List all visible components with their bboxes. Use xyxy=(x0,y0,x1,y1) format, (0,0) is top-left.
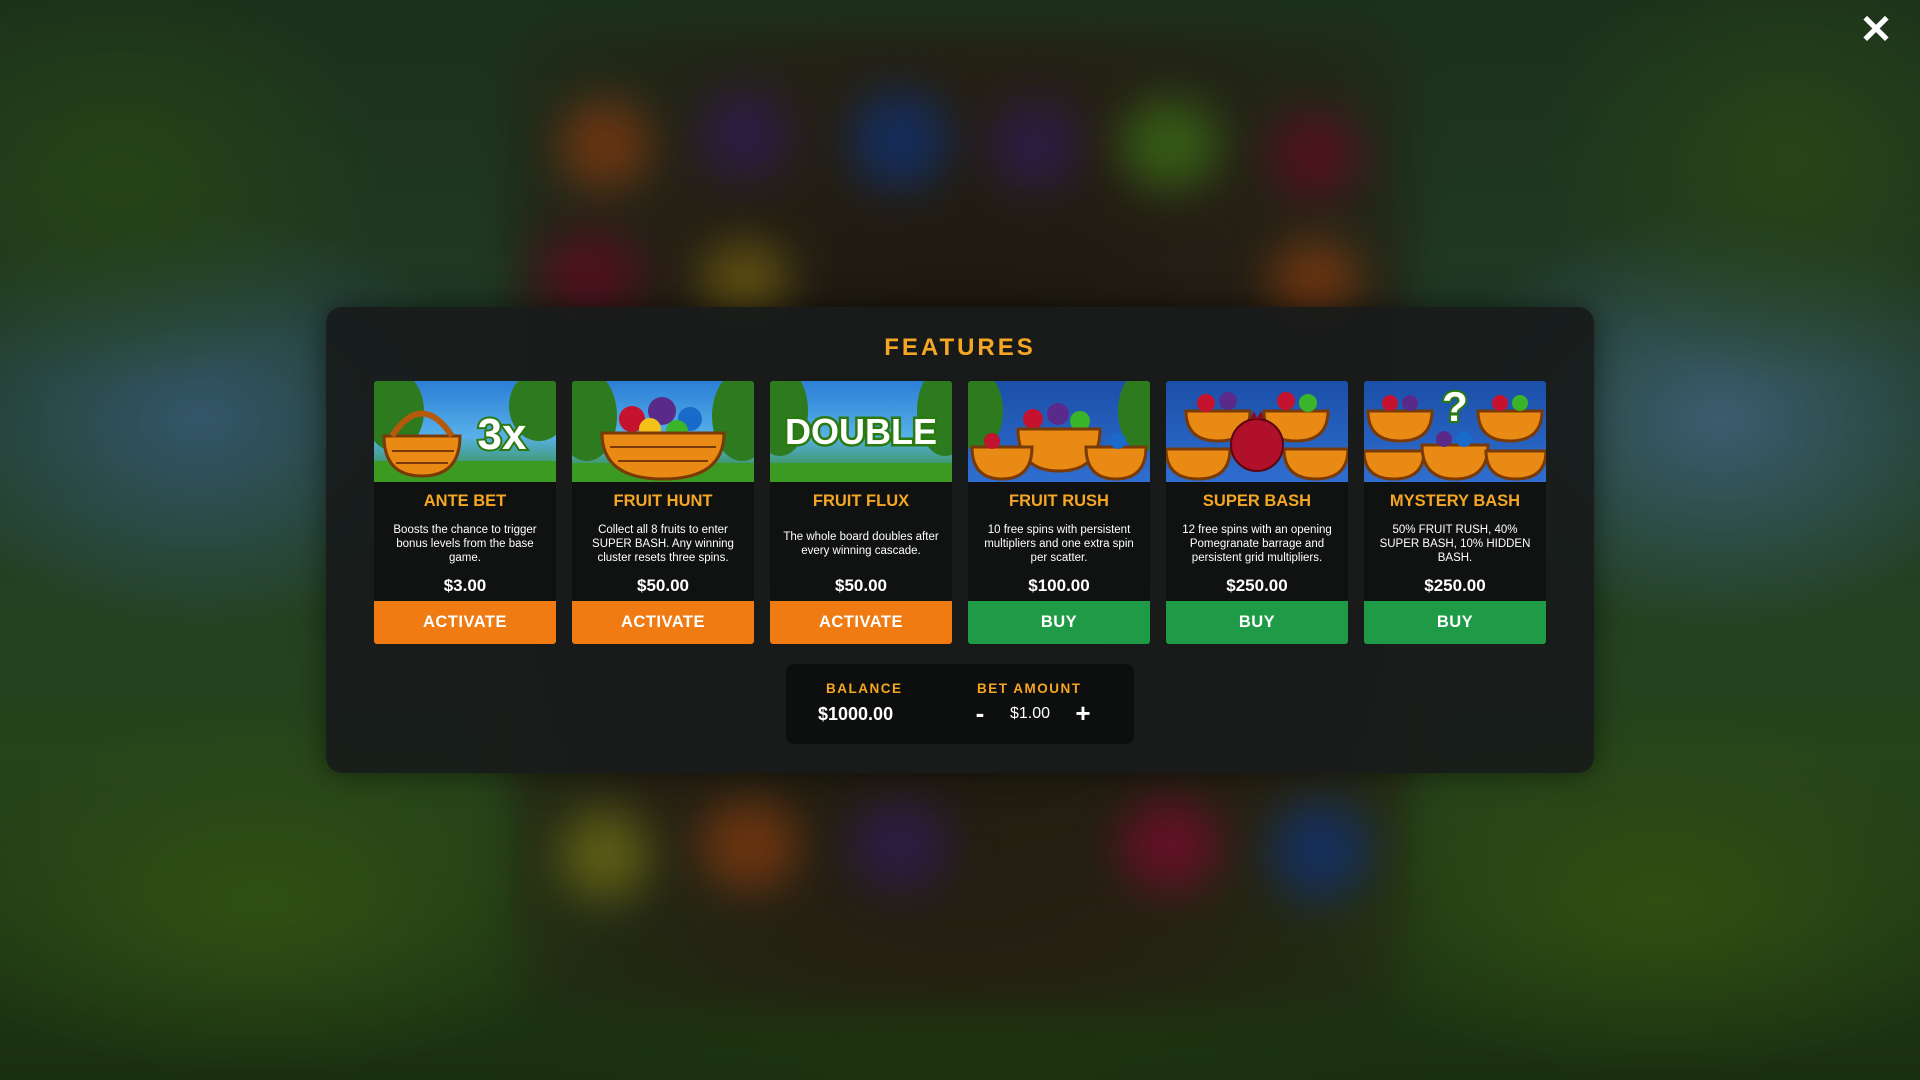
art-3x-text: 3x xyxy=(478,410,527,459)
feature-card-ante-bet: 3x ANTE BET Boosts the chance to trigger… xyxy=(374,381,556,644)
feature-name: ANTE BET xyxy=(423,492,507,510)
fruit-rush-art xyxy=(968,381,1150,482)
super-bash-art xyxy=(1166,381,1348,482)
feature-cards: 3x ANTE BET Boosts the chance to trigger… xyxy=(374,381,1546,644)
feature-name: FRUIT RUSH xyxy=(1009,492,1109,510)
feature-name: MYSTERY BASH xyxy=(1389,492,1521,510)
features-modal: FEATURES 3x ANTE BET Boosts the chance t… xyxy=(326,307,1594,773)
feature-name: SUPER BASH xyxy=(1202,492,1312,510)
feature-description: 10 free spins with persistent multiplier… xyxy=(984,524,1134,564)
question-mark-icon: ? xyxy=(1442,383,1468,430)
balance-label: BALANCE xyxy=(826,681,903,696)
close-icon[interactable]: ✕ xyxy=(1856,10,1896,50)
feature-description: Boosts the chance to trigger bonus level… xyxy=(393,524,537,564)
feature-description: Collect all 8 fruits to enter SUPER BASH… xyxy=(592,524,734,564)
feature-price: $250.00 xyxy=(1424,576,1486,595)
feature-price: $50.00 xyxy=(637,576,689,595)
bet-amount-label: BET AMOUNT xyxy=(977,681,1082,696)
bet-decrease-button[interactable]: - xyxy=(968,700,992,726)
wallet-panel: BALANCE BET AMOUNT $1000.00 - $1.00 + xyxy=(786,664,1134,744)
feature-card-mystery-bash: ? MYSTERY BASH 50% FRUIT RUSH, 40% SUPER… xyxy=(1364,381,1546,644)
ante-bet-art: 3x xyxy=(374,381,556,482)
feature-description: The whole board doubles after every winn… xyxy=(783,531,939,557)
fruit-hunt-art xyxy=(572,381,754,482)
feature-price: $3.00 xyxy=(443,576,487,595)
feature-name: FRUIT FLUX xyxy=(812,492,910,510)
bet-increase-button[interactable]: + xyxy=(1071,700,1095,726)
activate-button[interactable]: ACTIVATE xyxy=(374,601,556,644)
buy-button[interactable]: BUY xyxy=(968,601,1150,644)
mystery-bash-art: ? xyxy=(1364,381,1546,482)
activate-button[interactable]: ACTIVATE xyxy=(572,601,754,644)
art-double-text: DOUBLE xyxy=(785,411,937,452)
feature-description: 50% FRUIT RUSH, 40% SUPER BASH, 10% HIDD… xyxy=(1379,524,1531,564)
feature-description: 12 free spins with an opening Pomegranat… xyxy=(1182,524,1332,564)
feature-price: $50.00 xyxy=(835,576,887,595)
buy-button[interactable]: BUY xyxy=(1364,601,1546,644)
activate-button[interactable]: ACTIVATE xyxy=(770,601,952,644)
feature-price: $250.00 xyxy=(1226,576,1288,595)
feature-card-fruit-rush: FRUIT RUSH 10 free spins with persistent… xyxy=(968,381,1150,644)
fruit-flux-art: DOUBLE xyxy=(770,381,952,482)
feature-card-super-bash: SUPER BASH 12 free spins with an opening… xyxy=(1166,381,1348,644)
feature-card-fruit-flux: DOUBLE FRUIT FLUX The whole board double… xyxy=(770,381,952,644)
bet-amount-value: $1.00 xyxy=(1010,705,1051,722)
modal-title: FEATURES xyxy=(884,334,1036,361)
feature-name: FRUIT HUNT xyxy=(613,492,713,510)
buy-button[interactable]: BUY xyxy=(1166,601,1348,644)
feature-price: $100.00 xyxy=(1028,576,1090,595)
balance-value: $1000.00 xyxy=(818,704,894,724)
feature-card-fruit-hunt: FRUIT HUNT Collect all 8 fruits to enter… xyxy=(572,381,754,644)
